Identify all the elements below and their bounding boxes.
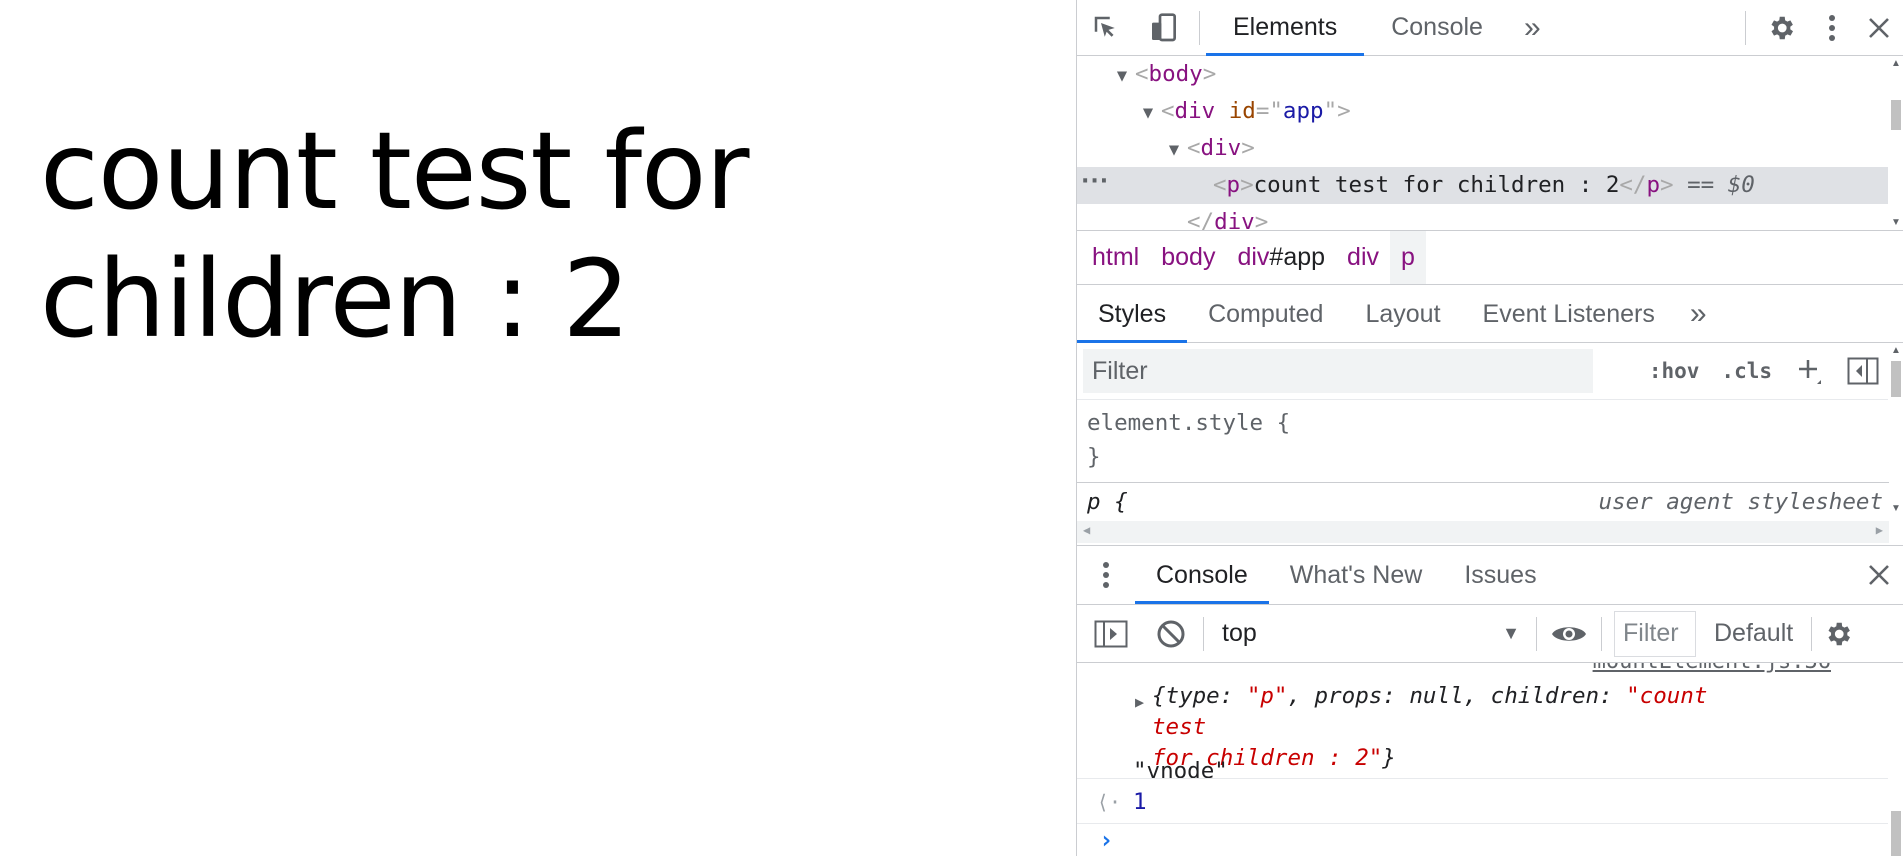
more-tabs-icon[interactable]: »: [1510, 11, 1552, 45]
rule-divider: [1077, 482, 1889, 483]
console-result-value: 1: [1133, 789, 1147, 815]
toolbar-divider: [1601, 616, 1602, 651]
styles-filter-input[interactable]: Filter: [1083, 349, 1593, 393]
drawer-tab-issues[interactable]: Issues: [1443, 546, 1557, 604]
cls-toggle-button[interactable]: .cls: [1710, 359, 1783, 383]
new-style-rule-plus-icon[interactable]: [1783, 356, 1837, 386]
tab-layout[interactable]: Layout: [1344, 286, 1461, 343]
element-style-rule-close: }: [1087, 444, 1101, 470]
p-rule-selector[interactable]: p {: [1087, 485, 1128, 519]
dropdown-triangle-icon: ▼: [1502, 623, 1520, 643]
context-selector-value: top: [1222, 619, 1257, 647]
page-viewport: count test for children : 2: [0, 0, 1076, 856]
collapse-triangle-icon[interactable]: ▼: [1135, 95, 1161, 132]
tab-elements[interactable]: Elements: [1206, 0, 1365, 56]
toolbar-divider: [1745, 10, 1746, 45]
more-actions-ellipsis-icon[interactable]: ···: [1081, 163, 1109, 200]
toggle-sidebar-icon[interactable]: [1837, 357, 1889, 385]
tab-computed[interactable]: Computed: [1187, 286, 1344, 343]
more-options-kebab-icon[interactable]: [1810, 0, 1854, 56]
breadcrumb-p[interactable]: p: [1390, 231, 1426, 284]
styles-filter-row: Filter :hov .cls: [1077, 343, 1889, 400]
scrollbar-thumb[interactable]: [1891, 811, 1901, 856]
dom-node-div-close[interactable]: </div>: [1077, 204, 1889, 230]
console-settings-gear-icon[interactable]: [1818, 606, 1858, 662]
scroll-down-arrow-icon[interactable]: ▼: [1891, 217, 1901, 228]
breadcrumb: html body div#app div p: [1077, 230, 1903, 285]
live-expression-eye-icon[interactable]: [1543, 606, 1595, 662]
console-toolbar: top ▼ Filter Default: [1077, 605, 1903, 663]
result-arrow-icon: ⟨·: [1096, 790, 1121, 814]
breadcrumb-div-app[interactable]: div#app: [1226, 231, 1336, 284]
scroll-left-arrow-icon[interactable]: ◀: [1083, 523, 1090, 537]
expand-object-triangle-icon[interactable]: ▶: [1135, 693, 1144, 711]
styles-scrollbar[interactable]: ▲ ▼: [1888, 343, 1903, 545]
console-scrollbar[interactable]: [1888, 663, 1903, 856]
tab-event-listeners[interactable]: Event Listeners: [1462, 286, 1676, 343]
inspect-element-icon[interactable]: [1077, 0, 1135, 56]
console-messages: mountElement.js:36 ▶ {type: "p", props: …: [1077, 663, 1889, 856]
scrollbar-thumb[interactable]: [1891, 361, 1901, 397]
scroll-up-arrow-icon[interactable]: ▲: [1891, 58, 1901, 69]
console-prompt-chevron-icon[interactable]: ›: [1099, 826, 1113, 854]
breadcrumb-html[interactable]: html: [1081, 231, 1150, 284]
console-result-row: ⟨· 1: [1077, 781, 1889, 823]
scroll-down-arrow-icon[interactable]: ▼: [1891, 503, 1901, 514]
collapse-triangle-icon[interactable]: ▼: [1109, 58, 1135, 95]
dom-tree-scrollbar[interactable]: ▲ ▼: [1888, 56, 1903, 230]
message-divider: [1077, 823, 1889, 824]
toolbar-divider: [1536, 616, 1537, 651]
log-levels-dropdown[interactable]: Default: [1702, 619, 1805, 648]
clear-console-icon[interactable]: [1145, 606, 1197, 662]
devtools-main-toolbar: Elements Console »: [1077, 0, 1903, 56]
scroll-right-arrow-icon[interactable]: ▶: [1876, 523, 1883, 537]
styles-sidebar-tabs: Styles Computed Layout Event Listeners »: [1077, 286, 1903, 343]
context-selector[interactable]: top ▼: [1210, 612, 1530, 656]
tab-styles[interactable]: Styles: [1077, 286, 1188, 343]
drawer-tab-console[interactable]: Console: [1135, 546, 1269, 604]
close-drawer-icon[interactable]: [1854, 547, 1903, 603]
collapse-triangle-icon[interactable]: ▼: [1161, 132, 1187, 169]
settings-gear-icon[interactable]: [1752, 0, 1810, 56]
dom-node-div-app[interactable]: ▼ <div id="app">: [1077, 93, 1889, 130]
dom-tree: ▼ <body> ▼ <div id="app"> ▼ <div> ··· <p>co…: [1077, 56, 1889, 230]
toolbar-divider: [1811, 616, 1813, 651]
source-link[interactable]: mountElement.js:36: [1593, 663, 1831, 674]
more-tabs-icon[interactable]: »: [1676, 297, 1718, 331]
toolbar-divider: [1203, 616, 1204, 651]
message-divider: [1077, 778, 1889, 779]
breadcrumb-body[interactable]: body: [1150, 231, 1226, 284]
p-rule-origin: user agent stylesheet: [1598, 489, 1883, 515]
close-devtools-icon[interactable]: [1854, 0, 1903, 56]
styles-pane: element.style { } p { user agent stylesh…: [1077, 400, 1889, 545]
breadcrumb-div[interactable]: div: [1336, 231, 1390, 284]
console-object-output[interactable]: {type: "p", props: null, children: "coun…: [1152, 681, 1712, 774]
show-sidebar-icon[interactable]: [1077, 606, 1145, 662]
dom-node-div[interactable]: ▼ <div>: [1077, 130, 1889, 167]
scrollbar-thumb[interactable]: [1891, 100, 1901, 130]
styles-hscrollbar[interactable]: ◀ ▶: [1077, 521, 1889, 543]
element-style-rule-open[interactable]: element.style {: [1087, 406, 1290, 440]
tab-console[interactable]: Console: [1364, 0, 1510, 56]
scroll-up-arrow-icon[interactable]: ▲: [1891, 345, 1901, 356]
drawer-menu-kebab-icon[interactable]: [1077, 547, 1135, 603]
devtools-panel: Elements Console » ▼ <body> ▼ <div id="app…: [1076, 0, 1903, 856]
console-filter-input[interactable]: Filter: [1614, 610, 1696, 657]
drawer-tabs: Console What's New Issues: [1077, 545, 1903, 605]
drawer-tab-whats-new[interactable]: What's New: [1269, 546, 1444, 604]
dom-node-body[interactable]: ▼ <body>: [1077, 56, 1889, 93]
hov-toggle-button[interactable]: :hov: [1638, 359, 1711, 383]
dom-node-p-selected[interactable]: ··· <p>count test for children : 2</p> =…: [1077, 167, 1889, 204]
device-toolbar-icon[interactable]: [1135, 0, 1193, 56]
toolbar-divider: [1199, 10, 1200, 45]
page-paragraph: count test for children : 2: [40, 110, 750, 362]
